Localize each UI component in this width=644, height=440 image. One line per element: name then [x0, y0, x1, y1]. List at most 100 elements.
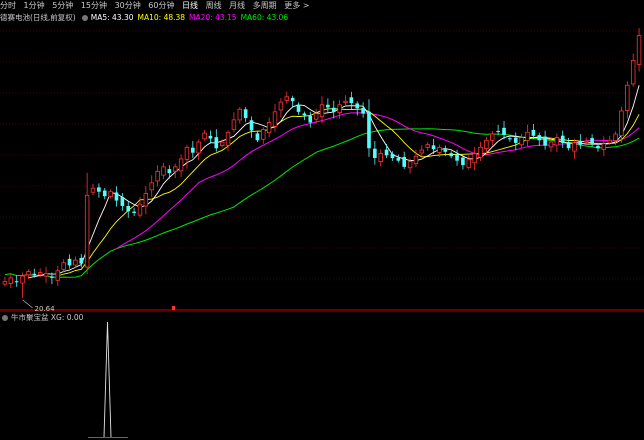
- ma60-line: [4, 128, 640, 278]
- candlesticks: [2, 28, 642, 310]
- candle: [331, 100, 336, 119]
- candle-body: [8, 277, 14, 284]
- candle: [132, 207, 136, 217]
- candle: [378, 149, 383, 167]
- candle-body: [132, 211, 136, 214]
- candle: [630, 53, 636, 87]
- candle-body: [437, 146, 442, 153]
- candle: [8, 273, 14, 289]
- candle: [278, 98, 284, 118]
- candle-body: [149, 182, 154, 191]
- low-pointer-line: [22, 299, 33, 309]
- candle: [425, 142, 430, 151]
- candle: [196, 139, 201, 161]
- candle-body: [373, 148, 377, 159]
- candle-body: [466, 159, 472, 168]
- candle-body: [26, 271, 31, 276]
- candle: [361, 102, 365, 118]
- candle-body: [196, 141, 201, 154]
- candle-body: [161, 166, 166, 176]
- kline-chart[interactable]: 20.64: [0, 0, 644, 440]
- candle: [537, 132, 542, 147]
- candle-body: [231, 119, 237, 131]
- candle: [466, 155, 472, 170]
- candle: [513, 132, 518, 151]
- candle: [449, 151, 453, 159]
- candle: [490, 130, 495, 146]
- candle: [61, 259, 66, 273]
- candle: [284, 91, 289, 104]
- candle: [231, 112, 237, 133]
- ma20-line: [116, 112, 640, 250]
- candle: [326, 98, 330, 113]
- candle: [67, 254, 72, 269]
- candle-body: [202, 132, 207, 140]
- grid-lines: [0, 30, 644, 312]
- candle-body: [566, 142, 571, 149]
- candle-body: [331, 107, 336, 112]
- candle-body: [519, 137, 524, 146]
- indicator-settings-dot-icon[interactable]: [2, 315, 8, 321]
- candle-body: [97, 187, 101, 192]
- candle-body: [237, 108, 243, 121]
- candle-body: [554, 137, 560, 146]
- candle: [496, 124, 500, 135]
- low-price-marker: 20.64: [22, 299, 55, 313]
- candle-body: [208, 135, 213, 139]
- candle-body: [613, 133, 618, 141]
- candle: [296, 102, 301, 115]
- candle-body: [361, 107, 365, 114]
- candle: [596, 143, 600, 152]
- candle: [178, 154, 184, 177]
- candle: [519, 133, 524, 149]
- candle: [214, 129, 219, 152]
- candle-body: [525, 131, 530, 141]
- candle: [14, 275, 19, 287]
- candle-body: [20, 275, 25, 284]
- candle: [243, 107, 248, 123]
- candle-body: [508, 138, 512, 140]
- candle-body: [296, 104, 301, 112]
- candle-body: [584, 140, 589, 143]
- candle: [208, 130, 213, 144]
- candle-body: [143, 193, 149, 207]
- candle-body: [184, 146, 190, 160]
- candle-body: [308, 115, 313, 123]
- candle-body: [396, 157, 401, 161]
- candle-body: [461, 157, 465, 166]
- candle: [590, 134, 594, 148]
- candle: [114, 186, 119, 207]
- candle: [184, 144, 190, 169]
- candle-body: [61, 262, 66, 270]
- candle: [319, 96, 325, 124]
- candle-body: [490, 133, 495, 141]
- candle: [202, 129, 207, 141]
- candle-body: [378, 153, 383, 162]
- candle-body: [84, 194, 90, 268]
- candle-body: [390, 153, 395, 159]
- candle-body: [102, 190, 107, 197]
- candle-body: [343, 100, 348, 103]
- candle-body: [266, 122, 272, 134]
- candle-body: [407, 161, 413, 169]
- candle: [578, 134, 583, 149]
- candle: [396, 154, 401, 163]
- candle: [525, 124, 530, 147]
- candle: [43, 266, 49, 283]
- candle-body: [290, 97, 295, 102]
- candle-body: [367, 111, 371, 149]
- candle-body: [607, 139, 612, 144]
- candle-body: [543, 136, 547, 146]
- candle-body: [319, 104, 325, 118]
- candle-body: [337, 104, 342, 113]
- candle: [225, 130, 231, 152]
- candle-body: [114, 192, 119, 201]
- candle: [2, 276, 8, 287]
- candle-body: [513, 137, 518, 143]
- candle: [601, 136, 607, 157]
- candle: [108, 189, 113, 199]
- candle: [308, 111, 313, 128]
- candle-body: [255, 133, 260, 141]
- indicator-legend: 牛市聚宝盆 XG: 0.00: [0, 313, 83, 323]
- candle-body: [90, 187, 96, 193]
